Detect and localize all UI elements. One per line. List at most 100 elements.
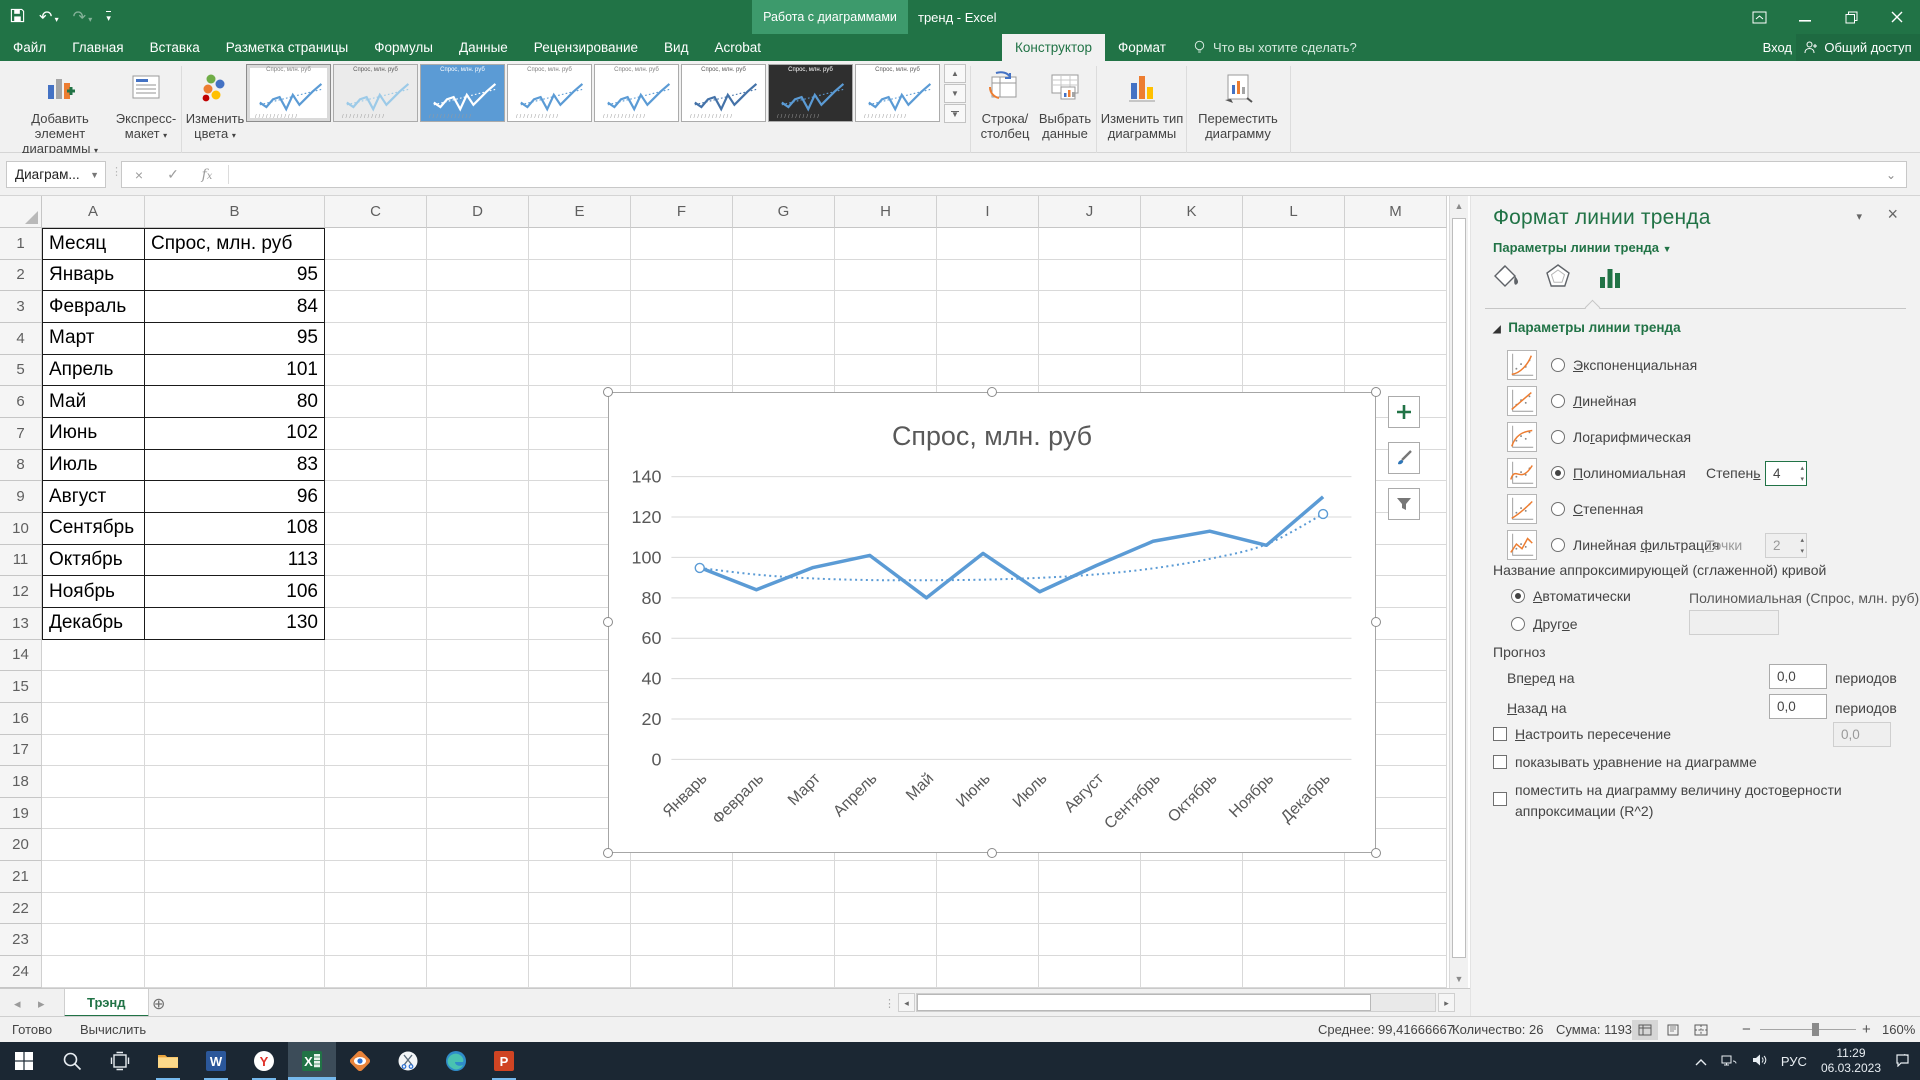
row-header-2[interactable]: 2 — [0, 260, 42, 292]
cell-J5[interactable] — [1039, 355, 1141, 387]
minimize-button[interactable] — [1782, 0, 1828, 34]
cell-B21[interactable] — [145, 861, 325, 893]
language-indicator[interactable]: РУС — [1781, 1054, 1807, 1069]
cancel-icon[interactable]: × — [122, 167, 156, 183]
zoom-slider-thumb[interactable] — [1812, 1023, 1819, 1036]
cell-C21[interactable] — [325, 861, 427, 893]
quick-layout-button[interactable]: Экспресс-макет ▾ — [114, 64, 178, 160]
cell-B19[interactable] — [145, 798, 325, 830]
auto-radio[interactable] — [1511, 589, 1525, 603]
set-intercept-option[interactable]: Настроить пересечение — [1493, 726, 1671, 742]
scroll-down-arrow[interactable]: ▼ — [1450, 969, 1468, 988]
taskbar-powerpoint-icon[interactable]: P — [480, 1042, 528, 1080]
pane-options-dropdown-icon[interactable]: ▾ — [1856, 210, 1862, 223]
cell-E24[interactable] — [529, 956, 631, 988]
cell-A24[interactable] — [42, 956, 145, 988]
row-header-1[interactable]: 1 — [0, 228, 42, 260]
hscroll-right-arrow[interactable]: ▸ — [1438, 993, 1455, 1012]
trendline-option-poly[interactable]: ПолиномиальнаяСтепень4▴▾ — [1507, 456, 1686, 490]
cell-A14[interactable] — [42, 640, 145, 672]
cell-M24[interactable] — [1345, 956, 1447, 988]
cell-D8[interactable] — [427, 450, 529, 482]
show-r2-checkbox[interactable] — [1493, 792, 1507, 806]
select-all-corner[interactable] — [0, 196, 42, 228]
cell-M22[interactable] — [1345, 893, 1447, 925]
next-sheet-arrow[interactable]: ▸ — [38, 996, 45, 1012]
cell-K21[interactable] — [1141, 861, 1243, 893]
name-box[interactable]: Диаграм... ▼ — [6, 161, 106, 188]
cell-A7[interactable]: Июнь — [42, 418, 145, 450]
zoom-in-button[interactable]: + — [1862, 1021, 1871, 1038]
cell-C10[interactable] — [325, 513, 427, 545]
cell-C16[interactable] — [325, 703, 427, 735]
cell-F23[interactable] — [631, 924, 733, 956]
save-icon[interactable] — [10, 8, 25, 26]
row-header-10[interactable]: 10 — [0, 513, 42, 545]
sheet-tab-trend[interactable]: Трэнд — [64, 989, 149, 1017]
trendline-option-mov[interactable]: Линейная фильтрацияТочки2▴▾ — [1507, 528, 1719, 562]
trendline-options-section-header[interactable]: ◢ Параметры линии тренда — [1493, 320, 1681, 335]
cell-E1[interactable] — [529, 228, 631, 260]
vertical-scrollbar-thumb[interactable] — [1452, 218, 1466, 958]
row-header-12[interactable]: 12 — [0, 576, 42, 608]
cell-J4[interactable] — [1039, 323, 1141, 355]
row-header-13[interactable]: 13 — [0, 608, 42, 640]
undo-button[interactable]: ↶ ▾ — [39, 7, 59, 27]
row-header-24[interactable]: 24 — [0, 956, 42, 988]
cell-M2[interactable] — [1345, 260, 1447, 292]
taskbar-yandex-icon[interactable]: Y — [240, 1042, 288, 1080]
ribbon-display-options-button[interactable] — [1736, 0, 1782, 34]
cell-H5[interactable] — [835, 355, 937, 387]
cell-A23[interactable] — [42, 924, 145, 956]
cell-D14[interactable] — [427, 640, 529, 672]
chart-resize-handle[interactable] — [603, 617, 613, 627]
ribbon-tab-формулы[interactable]: Формулы — [361, 34, 446, 61]
column-header-M[interactable]: M — [1345, 196, 1447, 228]
cell-F4[interactable] — [631, 323, 733, 355]
cell-C3[interactable] — [325, 291, 427, 323]
cell-I24[interactable] — [937, 956, 1039, 988]
cell-D9[interactable] — [427, 481, 529, 513]
change-colors-button[interactable]: Изменитьцвета ▾ — [186, 64, 244, 160]
tray-chevron-icon[interactable] — [1695, 1054, 1707, 1069]
cell-G2[interactable] — [733, 260, 835, 292]
cell-A2[interactable]: Январь — [42, 260, 145, 292]
cell-J3[interactable] — [1039, 291, 1141, 323]
cell-K23[interactable] — [1141, 924, 1243, 956]
cell-B11[interactable]: 113 — [145, 545, 325, 577]
cell-A9[interactable]: Август — [42, 481, 145, 513]
cell-D11[interactable] — [427, 545, 529, 577]
row-header-6[interactable]: 6 — [0, 386, 42, 418]
tell-me-box[interactable]: Что вы хотите сделать? — [1193, 34, 1357, 61]
gallery-scroll-up[interactable]: ▲ — [944, 64, 966, 83]
column-header-G[interactable]: G — [733, 196, 835, 228]
ribbon-tab-рецензирование[interactable]: Рецензирование — [521, 34, 651, 61]
chart-resize-handle[interactable] — [603, 387, 613, 397]
cell-B12[interactable]: 106 — [145, 576, 325, 608]
row-header-7[interactable]: 7 — [0, 418, 42, 450]
cell-A12[interactable]: Ноябрь — [42, 576, 145, 608]
cell-G22[interactable] — [733, 893, 835, 925]
column-header-E[interactable]: E — [529, 196, 631, 228]
chart-elements-button[interactable] — [1388, 396, 1420, 428]
cell-A18[interactable] — [42, 766, 145, 798]
cell-A1[interactable]: Месяц — [42, 228, 145, 260]
cell-D21[interactable] — [427, 861, 529, 893]
vertical-scrollbar[interactable]: ▲ ▼ — [1449, 196, 1468, 988]
cell-I2[interactable] — [937, 260, 1039, 292]
cell-A22[interactable] — [42, 893, 145, 925]
taskbar-search-icon[interactable] — [48, 1042, 96, 1080]
row-header-8[interactable]: 8 — [0, 450, 42, 482]
cell-C18[interactable] — [325, 766, 427, 798]
cell-D1[interactable] — [427, 228, 529, 260]
row-header-22[interactable]: 22 — [0, 893, 42, 925]
ribbon-tab-вставка[interactable]: Вставка — [137, 34, 213, 61]
cell-A8[interactable]: Июль — [42, 450, 145, 482]
taskbar-explorer-icon[interactable] — [144, 1042, 192, 1080]
cell-B4[interactable]: 95 — [145, 323, 325, 355]
cell-A17[interactable] — [42, 735, 145, 767]
formula-bar[interactable]: × ✓ fx ⌄ — [121, 161, 1907, 188]
cell-B13[interactable]: 130 — [145, 608, 325, 640]
row-header-3[interactable]: 3 — [0, 291, 42, 323]
exp-radio[interactable] — [1551, 358, 1565, 372]
